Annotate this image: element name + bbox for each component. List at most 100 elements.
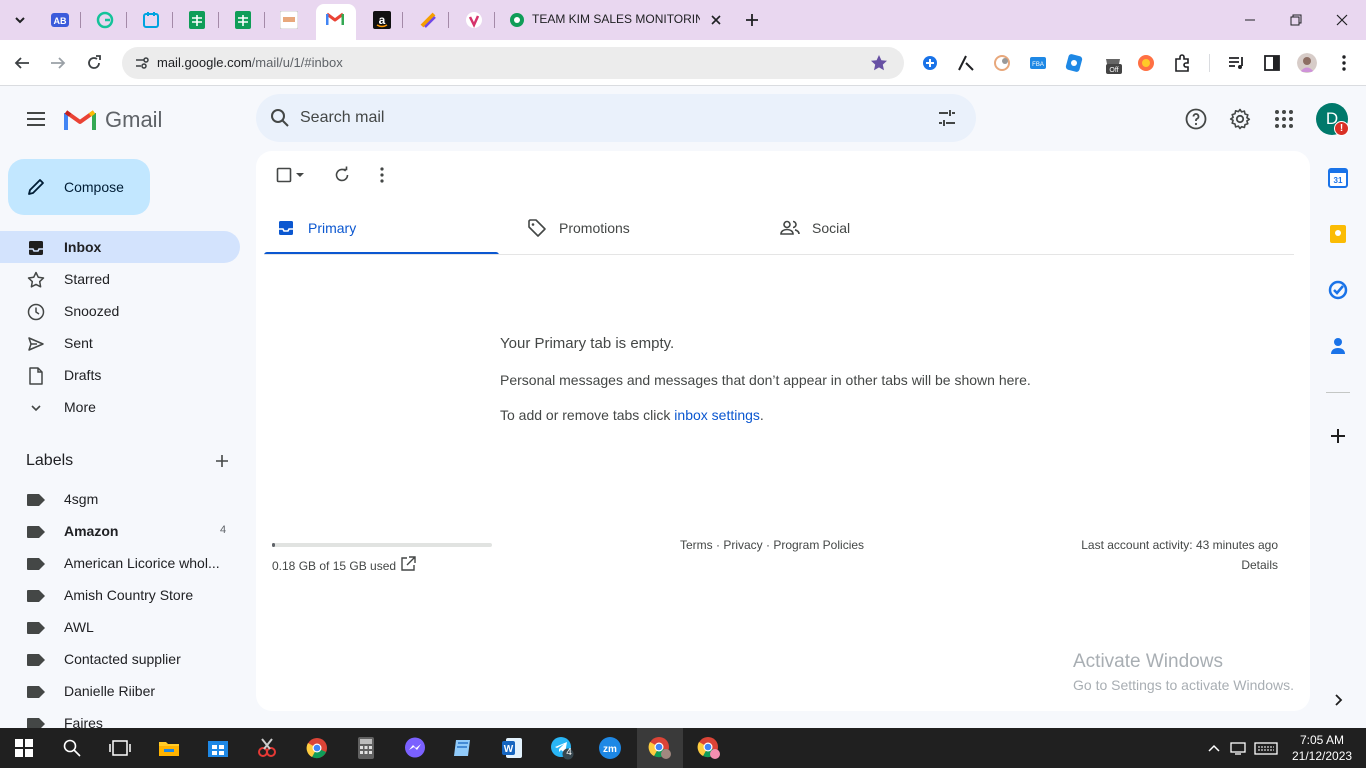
tab-calendar-extension-icon[interactable] [139, 8, 163, 32]
search-icon[interactable] [269, 107, 291, 134]
side-panel-icon[interactable] [1262, 53, 1282, 73]
clock-date[interactable]: 21/12/2023 [1292, 749, 1352, 763]
forward-icon[interactable] [45, 50, 71, 76]
clock-time[interactable]: 7:05 AM [1300, 733, 1344, 747]
back-icon[interactable] [9, 50, 35, 76]
nav-starred[interactable]: Starred [0, 263, 240, 295]
windows-start-icon[interactable] [12, 736, 36, 760]
footer-links[interactable]: Terms · Privacy · Program Policies [680, 538, 864, 552]
extensions-puzzle-icon[interactable] [1172, 53, 1192, 73]
label-item[interactable]: Amazon 4 [0, 515, 240, 547]
more-actions-icon[interactable] [370, 163, 394, 187]
nav-drafts[interactable]: Drafts [0, 359, 240, 391]
extension-icon-2[interactable] [956, 53, 976, 73]
bookmark-star-icon[interactable] [870, 54, 888, 77]
tab-google-sheets-icon-2[interactable] [231, 8, 255, 32]
label-item[interactable]: Faires [0, 707, 240, 728]
minimize-icon[interactable] [1238, 8, 1262, 32]
google-apps-icon[interactable] [1271, 106, 1297, 132]
nav-sent[interactable]: Sent [0, 327, 240, 359]
tab-google-sheets-icon[interactable] [185, 8, 209, 32]
select-dropdown-icon[interactable] [292, 163, 308, 187]
chrome-profile-icon-2[interactable] [697, 736, 721, 760]
get-addons-plus-icon[interactable] [1326, 424, 1350, 448]
main-menu-icon[interactable] [24, 107, 48, 131]
compose-button[interactable]: Compose [8, 159, 150, 215]
new-tab-plus-icon[interactable] [740, 8, 764, 32]
label-item[interactable]: American Licorice whol... [0, 547, 240, 579]
label-item[interactable]: Amish Country Store [0, 579, 240, 611]
search-input[interactable] [300, 107, 860, 129]
url-host: mail.google.com [157, 55, 252, 70]
nav-inbox[interactable]: Inbox [0, 231, 240, 263]
label-item[interactable]: AWL [0, 611, 240, 643]
restore-icon[interactable] [1284, 8, 1308, 32]
help-icon[interactable] [1183, 106, 1209, 132]
tab-social[interactable]: Social [768, 201, 1003, 255]
tab-app-icon-2[interactable] [462, 8, 486, 32]
add-label-plus-icon[interactable] [210, 449, 234, 473]
tab-site-favicon-icon[interactable] [277, 8, 301, 32]
contacts-app-icon[interactable] [1326, 334, 1350, 358]
telegram-icon[interactable]: 4 [550, 736, 574, 760]
site-settings-icon[interactable] [134, 55, 150, 76]
keep-app-icon[interactable] [1326, 222, 1350, 246]
messenger-icon[interactable] [403, 736, 427, 760]
search-bar[interactable] [256, 94, 976, 142]
nav-more[interactable]: More [0, 391, 240, 423]
extension-icon-7[interactable] [1136, 53, 1156, 73]
calculator-icon[interactable] [354, 736, 378, 760]
tab-ab-icon[interactable]: AB [48, 8, 72, 32]
activity-details-link[interactable]: Details [1241, 558, 1278, 572]
tasks-app-icon[interactable] [1326, 278, 1350, 302]
tab-search-chevron-icon[interactable] [8, 8, 32, 32]
inbox-settings-link[interactable]: inbox settings [674, 407, 760, 423]
snipping-tool-icon[interactable] [255, 736, 279, 760]
off-extension-icon[interactable]: Off [1102, 53, 1122, 74]
profile-avatar-icon[interactable] [1297, 53, 1317, 73]
tab-app-icon[interactable] [416, 8, 440, 32]
gmail-logo-icon[interactable] [64, 106, 96, 132]
browser-menu-icon[interactable] [1334, 53, 1354, 73]
nav-snoozed[interactable]: Snoozed [0, 295, 240, 327]
chrome-profile-icon[interactable] [648, 736, 672, 760]
tray-overflow-chevron-icon[interactable] [1206, 740, 1222, 756]
tab-promotions[interactable]: Promotions [515, 201, 750, 255]
fba-extension-icon[interactable]: FBA [1028, 53, 1048, 73]
media-control-icon[interactable] [1226, 53, 1246, 73]
file-explorer-icon[interactable] [157, 736, 181, 760]
calendar-app-icon[interactable]: 31 [1326, 166, 1350, 190]
show-side-panel-chevron-icon[interactable] [1326, 688, 1350, 712]
chrome-icon[interactable] [305, 736, 329, 760]
settings-gear-icon[interactable] [1227, 106, 1253, 132]
tab-title[interactable]: TEAM KIM SALES MONITORING [532, 12, 700, 26]
manage-storage-external-link-icon[interactable] [400, 556, 416, 572]
taskbar-search-icon[interactable] [60, 736, 84, 760]
tab-amazon-icon[interactable]: a [370, 8, 394, 32]
label-item[interactable]: Contacted supplier [0, 643, 240, 675]
app-window-icon[interactable] [451, 736, 475, 760]
tab-sheets-app-icon[interactable] [505, 8, 529, 32]
tab-gmail-active[interactable] [316, 4, 356, 40]
store-app-icon[interactable] [206, 736, 230, 760]
tab-primary[interactable]: Primary [264, 201, 499, 255]
network-icon[interactable] [1230, 740, 1246, 756]
zoom-icon[interactable]: zm [598, 736, 622, 760]
word-icon[interactable]: W [500, 736, 524, 760]
reload-icon[interactable] [81, 50, 107, 76]
extension-icon-3[interactable] [992, 53, 1012, 73]
extension-icon-5[interactable] [1064, 53, 1084, 73]
gmail-wordmark[interactable]: Gmail [105, 107, 162, 133]
label-item[interactable]: 4sgm [0, 483, 240, 515]
address-bar[interactable]: mail.google.com/mail/u/1/#inbox [122, 47, 904, 79]
label-item[interactable]: Danielle Riiber [0, 675, 240, 707]
tab-grammarly-icon[interactable] [93, 8, 117, 32]
label-tag-icon [27, 525, 45, 538]
keyboard-icon[interactable] [1254, 740, 1278, 756]
task-view-icon[interactable] [108, 736, 132, 760]
close-window-icon[interactable] [1330, 8, 1354, 32]
close-tab-icon[interactable] [704, 8, 728, 32]
refresh-icon[interactable] [330, 163, 354, 187]
search-options-icon[interactable] [936, 107, 958, 134]
extension-icon[interactable] [920, 53, 940, 73]
